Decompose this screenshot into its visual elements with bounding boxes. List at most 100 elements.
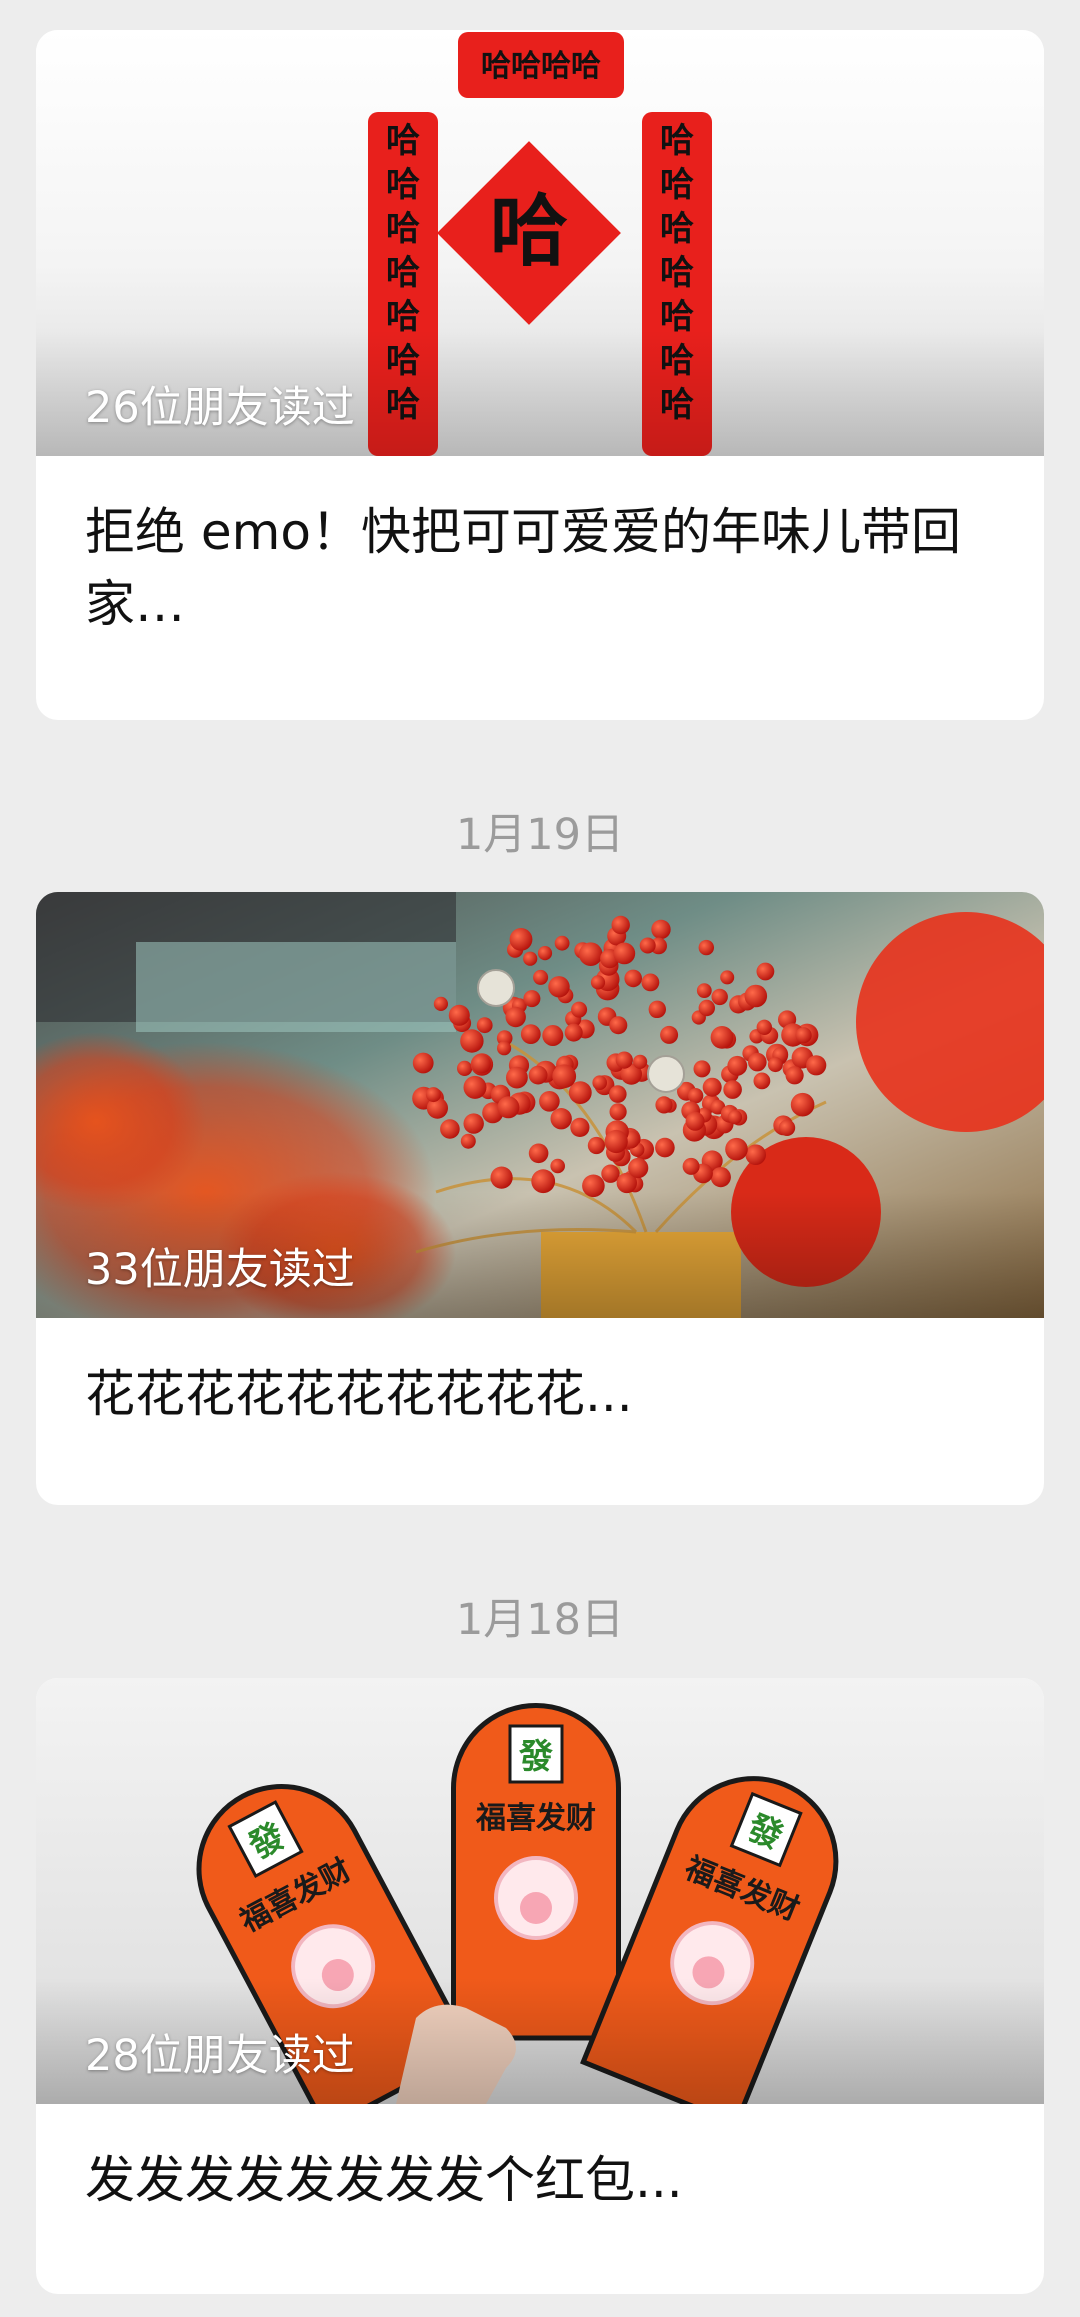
berry — [651, 919, 671, 940]
berry — [785, 1066, 804, 1085]
berry — [655, 1096, 673, 1114]
couplet-character: 哈 — [386, 253, 420, 293]
berry — [696, 983, 712, 998]
svg-text:發: 發 — [518, 1737, 553, 1777]
article-title[interactable]: 拒绝 emo！快把可可爱爱的年味儿带回家… — [36, 456, 1044, 640]
berry — [476, 1017, 493, 1034]
article-card[interactable]: 發福喜发财發福喜发财發福喜发财 28位朋友读过 发发发发发发发发个红包... — [36, 1678, 1044, 2294]
berry — [748, 1052, 767, 1072]
article-title[interactable]: 发发发发发发发发个红包... — [36, 2104, 1044, 2216]
berry — [660, 1025, 679, 1044]
berry — [745, 1144, 766, 1165]
couplet-image[interactable]: 哈哈哈哈 哈 哈哈哈哈哈哈哈哈哈哈哈哈哈哈 26位朋友读过 — [36, 30, 1044, 456]
berry — [628, 1157, 649, 1179]
berry — [756, 1019, 772, 1035]
couplet-character: 哈 — [660, 253, 694, 293]
berry — [648, 1000, 666, 1018]
couplet-character: 哈 — [386, 121, 420, 161]
berry — [471, 1054, 491, 1074]
flower-bouquet-image[interactable]: 33位朋友读过 — [36, 892, 1044, 1318]
berry — [609, 1016, 628, 1035]
date-label: 1月19日 — [455, 810, 625, 860]
article-card[interactable]: 33位朋友读过 花花花花花花花花花花... — [36, 892, 1044, 1505]
berry — [533, 969, 549, 985]
berry — [639, 937, 656, 954]
berry — [509, 928, 533, 951]
berry — [528, 1065, 548, 1085]
berry — [702, 1077, 722, 1097]
berry — [795, 1027, 812, 1044]
berry — [520, 1024, 541, 1044]
couplet-character: 哈 — [386, 165, 420, 205]
berry — [550, 1108, 572, 1130]
berry — [587, 1136, 606, 1155]
berry — [613, 942, 636, 965]
berry — [753, 1072, 771, 1090]
center-character: 哈 — [490, 187, 568, 277]
berry — [641, 973, 660, 992]
banner-text: 哈哈哈哈 — [481, 49, 601, 84]
berry — [744, 984, 768, 1008]
article-card[interactable]: 哈哈哈哈 哈 哈哈哈哈哈哈哈哈哈哈哈哈哈哈 26位朋友读过 拒绝 emo！快把可… — [36, 30, 1044, 720]
berry — [592, 1075, 607, 1090]
berry — [710, 1167, 731, 1188]
berry — [412, 1052, 434, 1074]
read-count: 26位朋友读过 — [85, 383, 355, 433]
berry — [457, 1060, 473, 1076]
berry — [609, 1103, 627, 1121]
berry — [539, 1091, 560, 1112]
berry — [506, 1066, 528, 1089]
berry — [490, 1166, 513, 1189]
berry — [505, 1006, 526, 1028]
berry — [523, 951, 538, 966]
berry — [711, 988, 728, 1006]
red-envelope-image[interactable]: 發福喜发财發福喜发财發福喜发财 28位朋友读过 — [36, 1678, 1044, 2104]
berry — [550, 1158, 565, 1174]
berry — [806, 1055, 827, 1076]
berry — [601, 1164, 620, 1183]
berry — [624, 969, 642, 988]
berry — [767, 1057, 783, 1073]
berry — [460, 1133, 476, 1149]
berry — [425, 1087, 441, 1103]
berry — [548, 976, 570, 998]
berry — [723, 1080, 742, 1099]
berry — [531, 1169, 556, 1194]
berry — [542, 1025, 564, 1046]
berry — [570, 1117, 590, 1137]
berry — [790, 1092, 815, 1117]
berry — [537, 946, 553, 961]
article-feed: 哈哈哈哈 哈 哈哈哈哈哈哈哈哈哈哈哈哈哈哈 26位朋友读过 拒绝 emo！快把可… — [0, 0, 1080, 2317]
read-count: 33位朋友读过 — [85, 1245, 355, 1295]
berry — [655, 1137, 675, 1158]
berry — [554, 935, 570, 951]
berry — [685, 1111, 705, 1131]
date-label: 1月18日 — [455, 1595, 625, 1645]
berry — [604, 1129, 628, 1154]
berry — [633, 1054, 648, 1069]
berry — [463, 1075, 487, 1099]
read-count: 28位朋友读过 — [85, 2031, 355, 2081]
berry — [727, 1055, 748, 1076]
berry — [578, 942, 603, 966]
berry — [497, 1096, 520, 1119]
berry — [611, 915, 630, 935]
article-title[interactable]: 花花花花花花花花花花... — [36, 1318, 1044, 1430]
berry — [497, 1041, 512, 1056]
berry — [460, 1029, 484, 1053]
berry — [564, 1023, 583, 1042]
berry — [725, 1137, 748, 1161]
berry — [698, 939, 714, 956]
berry — [710, 1026, 734, 1049]
couplet-character: 哈 — [660, 165, 694, 205]
berry — [727, 1110, 743, 1125]
berry — [693, 1060, 711, 1078]
berry — [590, 975, 606, 990]
couplet-character: 哈 — [660, 121, 694, 161]
berry — [778, 1119, 796, 1136]
berry — [440, 1119, 460, 1139]
berry — [720, 970, 735, 985]
berry — [528, 1143, 549, 1164]
berry — [698, 999, 715, 1017]
berry — [523, 990, 541, 1008]
